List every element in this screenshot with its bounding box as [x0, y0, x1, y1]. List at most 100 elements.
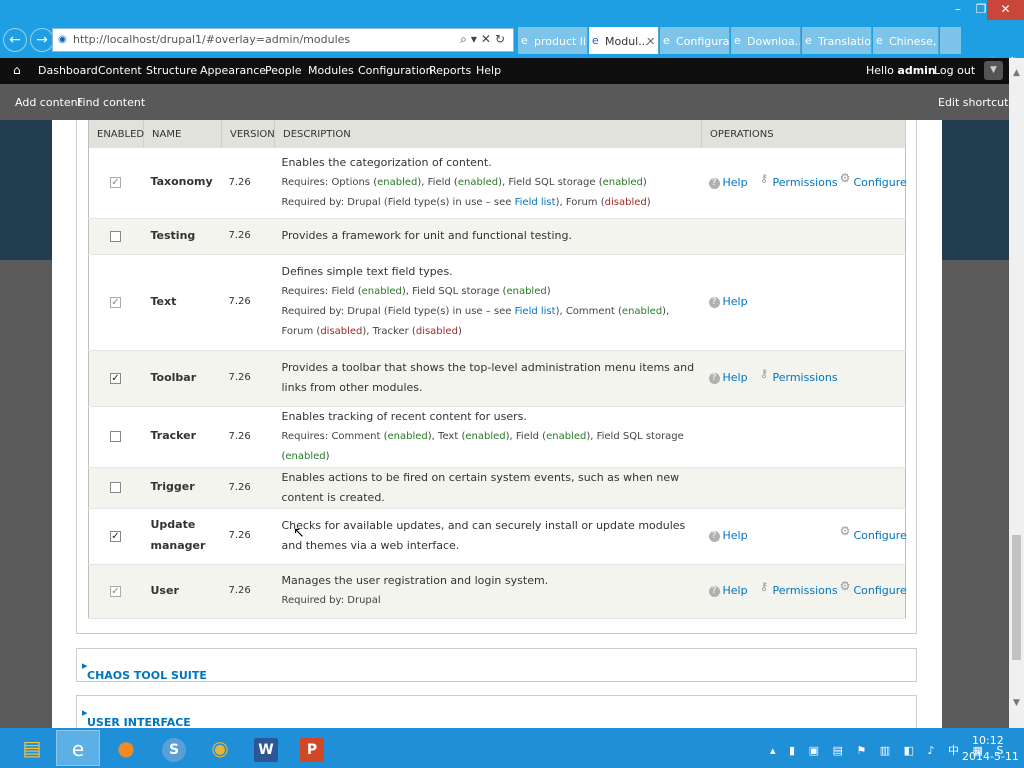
module-name: Update manager [150, 518, 206, 552]
address-text[interactable]: http://localhost/drupal1/#overlay=admin/… [73, 33, 350, 46]
home-icon[interactable]: ⌂ [13, 63, 21, 77]
module-name: Toolbar [150, 370, 197, 384]
help-link[interactable]: ? Help [708, 368, 748, 388]
tab-chinese[interactable]: eChinese, ... [873, 27, 939, 54]
module-name: Taxonomy [150, 175, 213, 189]
configure-link[interactable]: ⚙ Configure [839, 170, 907, 193]
module-name: Text [150, 294, 177, 308]
module-row-tracker: Tracker 7.26 Enables tracking of recent … [88, 406, 906, 468]
toolbar-content[interactable]: Content [98, 64, 142, 77]
ie-tab-icon: e [876, 34, 883, 47]
enable-checkbox-testing[interactable] [110, 230, 121, 242]
gear-icon: ⚙ [839, 524, 851, 538]
mouse-cursor-icon: ↖ [293, 525, 305, 541]
firefox-icon[interactable]: ● [104, 730, 148, 766]
clock-date[interactable]: 2014-5-11 [962, 750, 1019, 763]
field-list-link[interactable]: Field list [515, 306, 556, 317]
ie-tab-icon: e [592, 34, 599, 47]
help-link[interactable]: ? Help [708, 173, 748, 193]
tab-translation[interactable]: eTranslatio... [802, 27, 872, 54]
module-description: Defines simple text field types. Require… [274, 254, 702, 351]
user-link[interactable]: admin [897, 64, 935, 77]
gear-icon: ⚙ [839, 170, 851, 185]
powerpoint-icon[interactable]: P [290, 730, 334, 766]
module-version: 7.26 [221, 350, 275, 407]
edit-shortcuts-link[interactable]: Edit shortcuts [938, 96, 1014, 109]
page-icon: ◉ [58, 34, 67, 45]
search-refresh-icons[interactable]: ⌕▾✕↻ [460, 32, 509, 47]
toolbar-appearance[interactable]: Appearance [200, 64, 266, 77]
toolbar-drawer-toggle[interactable]: ▼ [984, 61, 1003, 80]
module-name: User [150, 583, 179, 597]
fieldset-user-interface[interactable]: ▸ USER INTERFACE [76, 695, 917, 729]
table-header-row: ENABLED NAME VERSION DESCRIPTION OPERATI… [88, 120, 906, 148]
toolbar-structure[interactable]: Structure [146, 64, 197, 77]
module-description: Enables actions to be fired on certain s… [274, 467, 702, 509]
module-row-user: ✓ User 7.26 Manages the user registratio… [88, 564, 907, 619]
help-icon: ? [708, 586, 720, 597]
tab-download[interactable]: e Downloa... [731, 27, 801, 54]
ie-tab-icon: e [663, 34, 670, 47]
module-description: Checks for available updates, and can se… [274, 508, 702, 565]
new-tab-button[interactable] [940, 27, 961, 54]
field-list-link[interactable]: Field list [515, 197, 556, 208]
key-icon: ⚷ [759, 171, 769, 185]
ie-tab-icon: e [521, 34, 528, 47]
enable-checkbox-update[interactable]: ✓ [110, 530, 121, 542]
skype-icon[interactable]: S [152, 730, 196, 766]
close-window-button[interactable]: ✕ [987, 0, 1024, 20]
module-row-toolbar: ✓ Toolbar 7.26 Provides a toolbar that s… [88, 350, 906, 407]
hello-user: Hello admin [866, 64, 936, 77]
back-button[interactable]: ← [3, 28, 27, 52]
configure-link[interactable]: ⚙ Configure [840, 580, 907, 601]
configure-link[interactable]: ⚙ Configure [839, 524, 907, 546]
toolbar-people[interactable]: People [265, 64, 302, 77]
toolbar-configuration[interactable]: Configuration [358, 64, 433, 77]
scroll-up-icon[interactable]: ▲ [1009, 68, 1024, 78]
permissions-link[interactable]: ⚷ Permissions [759, 173, 838, 193]
module-name: Trigger [150, 480, 195, 493]
toolbar-reports[interactable]: Reports [429, 64, 471, 77]
help-icon: ? [708, 177, 720, 189]
module-row-trigger: Trigger 7.26 Enables actions to be fired… [88, 467, 906, 509]
address-bar[interactable]: ◉ http://localhost/drupal1/#overlay=admi… [52, 28, 514, 52]
fieldset-chaos-tool-suite[interactable]: ▸ CHAOS TOOL SUITE [76, 648, 917, 682]
header-description: DESCRIPTION [274, 120, 702, 148]
scroll-down-icon[interactable]: ▼ [1009, 698, 1024, 708]
module-version: 7.26 [221, 564, 275, 619]
help-link[interactable]: ? Help [708, 292, 748, 312]
find-content-shortcut[interactable]: Find content [77, 96, 145, 109]
scroll-thumb[interactable] [1012, 535, 1021, 660]
toolbar-dashboard[interactable]: Dashboard [38, 64, 98, 77]
clock-time[interactable]: 10:12 [972, 734, 1004, 747]
forward-button[interactable]: → [30, 28, 54, 52]
word-icon[interactable]: W [244, 730, 288, 766]
page-scrollbar[interactable]: ▲ ▼ [1009, 58, 1024, 728]
header-operations: OPERATIONS [701, 120, 906, 148]
internet-explorer-icon[interactable]: e [56, 730, 100, 766]
module-version: 7.26 [221, 508, 275, 565]
minimize-button[interactable]: – [946, 0, 970, 20]
permissions-link[interactable]: ⚷ Permissions [759, 368, 838, 388]
close-tab-icon[interactable]: ✕ [646, 35, 655, 48]
tab-configuration[interactable]: eConfigura... [660, 27, 730, 54]
chrome-icon[interactable]: ◉ [198, 730, 242, 766]
toolbar-modules[interactable]: Modules [308, 64, 354, 77]
header-name: NAME [143, 120, 222, 148]
enable-checkbox-toolbar[interactable]: ✓ [110, 372, 121, 384]
enable-checkbox-trigger[interactable] [110, 482, 121, 493]
enable-checkbox-tracker[interactable] [110, 431, 121, 442]
help-link[interactable]: ? Help [708, 581, 748, 601]
logout-link[interactable]: Log out [934, 64, 975, 77]
permissions-link[interactable]: ⚷ Permissions [759, 581, 838, 601]
help-link[interactable]: ? Help [708, 526, 748, 546]
module-row-taxonomy: ✓ Taxonomy 7.26 Enables the categorizati… [88, 148, 907, 219]
tab-product-list[interactable]: eproduct li... [518, 27, 588, 54]
file-explorer-icon[interactable]: ▤ [10, 730, 54, 766]
windows-taskbar: ▤ e ● S ◉ W P ▴ ▮ ▣ ▤ ⚑ ▥ ◧ ♪ 中 ▦ S 10:1… [0, 728, 1024, 768]
help-icon: ? [708, 297, 720, 308]
toolbar-help[interactable]: Help [476, 64, 501, 77]
ie-tab-icon: e [805, 34, 812, 47]
add-content-shortcut[interactable]: Add content [15, 96, 82, 109]
header-enabled: ENABLED [88, 120, 144, 148]
